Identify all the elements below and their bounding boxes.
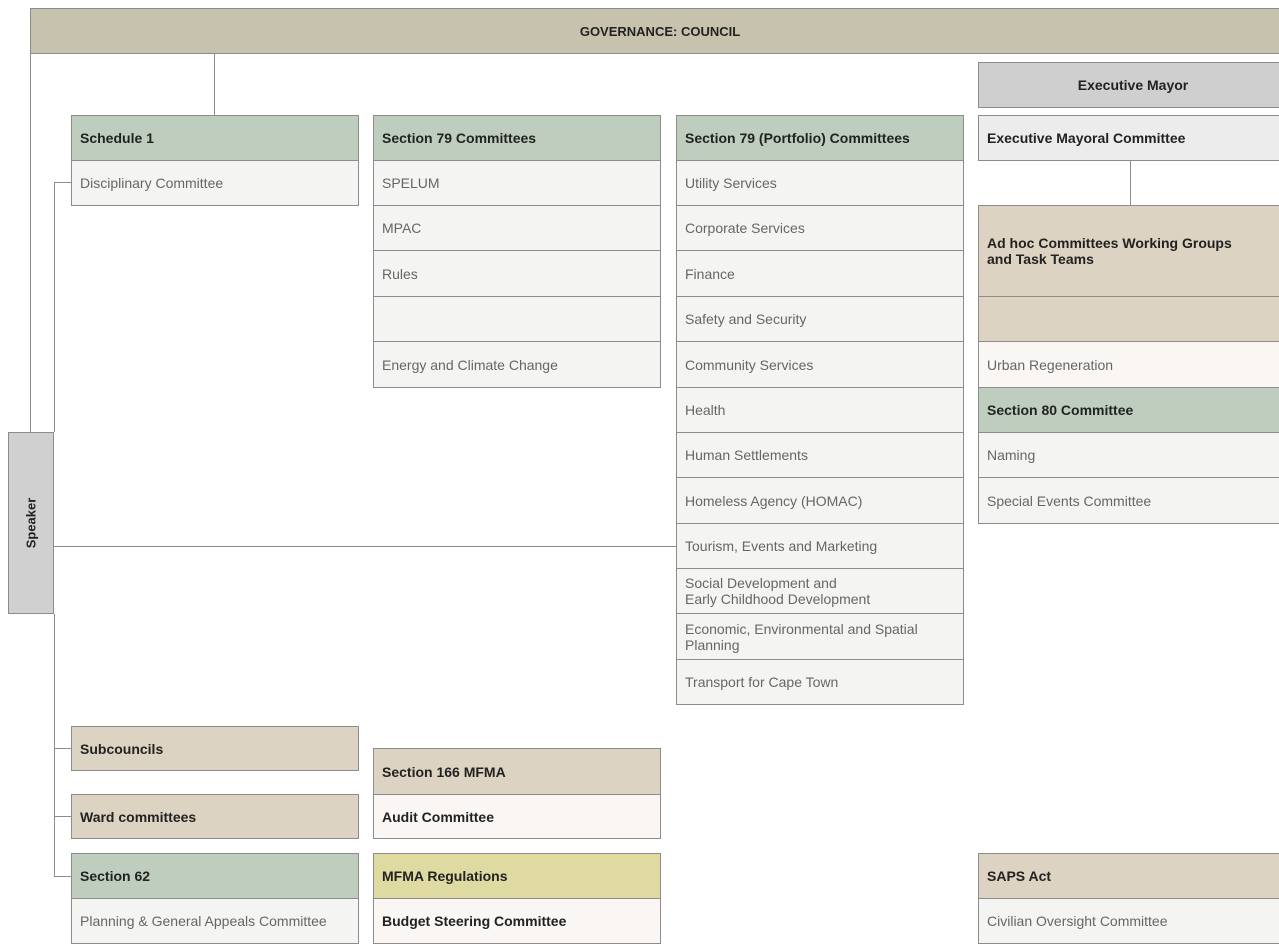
connector-mayoral-adhoc — [1130, 160, 1131, 206]
portfolio-item: Corporate Services — [676, 205, 964, 251]
council-header: GOVERNANCE: COUNCIL — [30, 8, 1279, 54]
urban-regeneration: Urban Regeneration — [978, 341, 1279, 388]
portfolio-item: Transport for Cape Town — [676, 659, 964, 705]
portfolio-header: Section 79 (Portfolio) Committees — [676, 115, 964, 161]
section79-item — [373, 296, 661, 342]
portfolio-item: Community Services — [676, 341, 964, 388]
subcouncils-box: Subcouncils — [71, 726, 359, 771]
schedule1-header: Schedule 1 — [71, 115, 359, 161]
ward-committees-box: Ward committees — [71, 794, 359, 839]
special-events-item: Special Events Committee — [978, 477, 1279, 524]
speaker-label: Speaker — [23, 497, 39, 549]
section79-item: Rules — [373, 250, 661, 297]
section79-item: MPAC — [373, 205, 661, 251]
portfolio-item: Health — [676, 387, 964, 433]
section62-item: Planning & General Appeals Committee — [71, 898, 359, 944]
section79-item: Energy and Climate Change — [373, 341, 661, 388]
connector-council-left — [30, 54, 31, 432]
civilian-oversight-committee: Civilian Oversight Committee — [978, 898, 1279, 944]
section62-header: Section 62 — [71, 853, 359, 899]
speaker-box: Speaker — [8, 432, 54, 614]
portfolio-item: Tourism, Events and Marketing — [676, 523, 964, 569]
mayoral-committee: Executive Mayoral Committee — [978, 115, 1279, 161]
portfolio-item: Economic, Environmental and Spatial Plan… — [676, 613, 964, 660]
portfolio-item: Social Development and Early Childhood D… — [676, 568, 964, 614]
section80-header: Section 80 Committee — [978, 387, 1279, 433]
connector-speaker-top — [54, 182, 55, 432]
section166-header: Section 166 MFMA — [373, 748, 661, 795]
section79-item: SPELUM — [373, 160, 661, 206]
adhoc-committees: Ad hoc Committees Working Groups and Tas… — [978, 205, 1279, 297]
connector-speaker-bottom — [54, 614, 55, 876]
portfolio-item: Utility Services — [676, 160, 964, 206]
portfolio-item: Homeless Agency (HOMAC) — [676, 477, 964, 524]
connector-subcouncils — [54, 748, 71, 749]
portfolio-item: Finance — [676, 250, 964, 297]
naming-item: Naming — [978, 432, 1279, 478]
section79-header: Section 79 Committees — [373, 115, 661, 161]
mfma-regulations-header: MFMA Regulations — [373, 853, 661, 899]
connector-council-schedule — [214, 54, 215, 115]
audit-committee: Audit Committee — [373, 794, 661, 839]
schedule1-item: Disciplinary Committee — [71, 160, 359, 206]
connector-disciplinary — [54, 182, 71, 183]
adhoc-blank — [978, 296, 1279, 342]
portfolio-item: Human Settlements — [676, 432, 964, 478]
connector-speaker-portfolio — [54, 546, 676, 547]
connector-section62 — [54, 876, 71, 877]
budget-steering-committee: Budget Steering Committee — [373, 898, 661, 944]
connector-ward — [54, 816, 71, 817]
portfolio-item: Safety and Security — [676, 296, 964, 342]
saps-act-header: SAPS Act — [978, 853, 1279, 899]
executive-mayor: Executive Mayor — [978, 62, 1279, 108]
